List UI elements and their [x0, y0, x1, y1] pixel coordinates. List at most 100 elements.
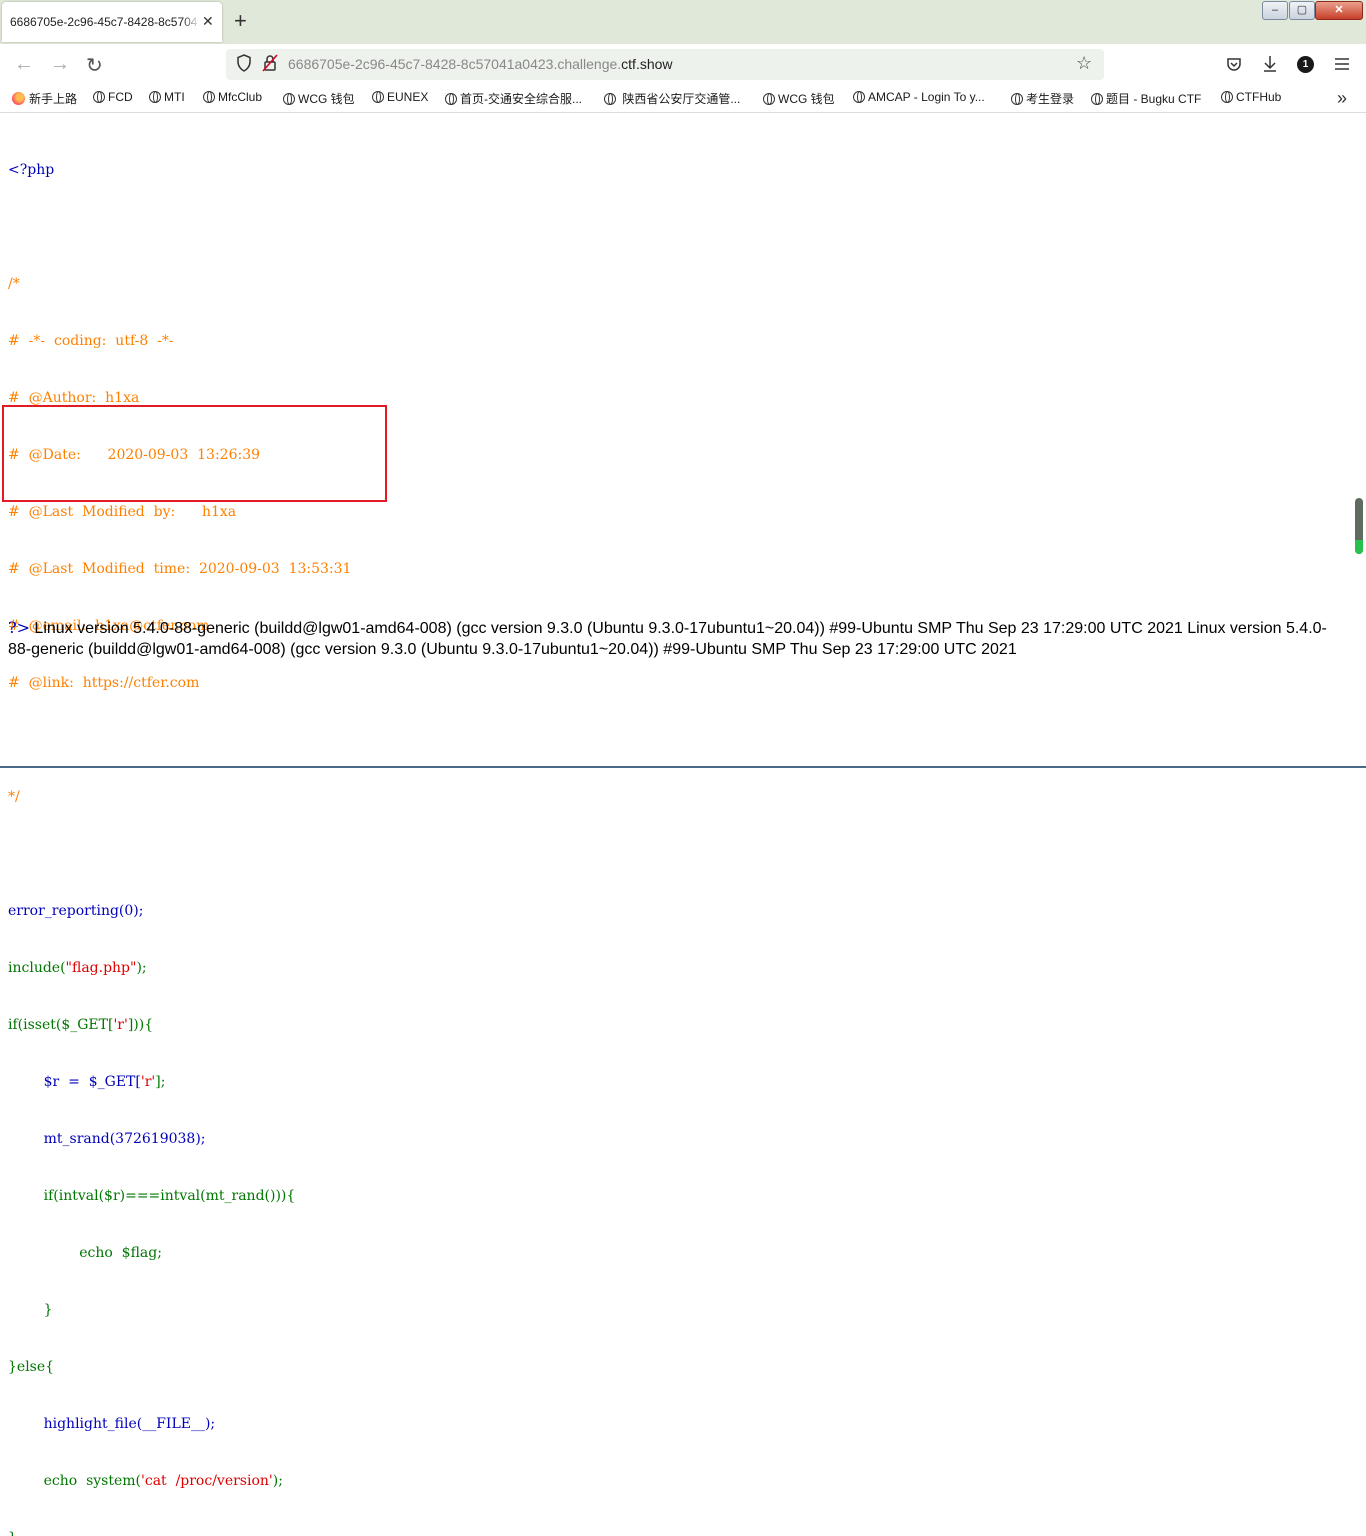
active-tab[interactable]: 6686705e-2c96-45c7-8428-8c57041a0423.cha…	[2, 2, 222, 42]
bookmark-label: 新手上路	[29, 92, 78, 106]
code-line: error_reporting(0);	[8, 903, 144, 919]
globe-icon	[445, 93, 457, 105]
bookmark-item[interactable]: 考生登录	[1011, 90, 1074, 107]
bookmark-label: 首页-交通安全综合服...	[460, 92, 582, 106]
comment-line: # @link: https://ctfer.com	[8, 675, 200, 691]
url-host: ctf.show	[621, 56, 673, 72]
globe-icon	[1011, 93, 1023, 105]
bookmark-label: AMCAP - Login To y...	[868, 90, 985, 104]
php-source-code: <?php /* # -*- coding: utf-8 -*- # @Auth…	[8, 123, 351, 1536]
globe-icon	[604, 93, 616, 105]
bookmark-label: WCG 钱包	[298, 92, 355, 106]
code-token: $r = $_GET[	[8, 1074, 141, 1090]
url-prefix: 6686705e-2c96-45c7-8428-8c57041a0423.cha…	[288, 56, 622, 72]
code-line: }	[8, 1302, 53, 1318]
pocket-icon[interactable]	[1226, 56, 1242, 72]
minimize-button[interactable]: –	[1262, 1, 1288, 20]
code-line: $r = $_GET['r'];	[8, 1073, 351, 1092]
comment-line: /*	[8, 276, 20, 292]
globe-icon	[149, 91, 161, 103]
page-content: <?php /* # -*- coding: utf-8 -*- # @Auth…	[0, 113, 1366, 1536]
forward-button[interactable]: →	[50, 53, 70, 76]
code-string: 'r'	[140, 1074, 156, 1090]
bookmark-label: EUNEX	[387, 90, 429, 104]
close-icon: ✕	[1334, 4, 1344, 16]
url-bar[interactable]: 6686705e-2c96-45c7-8428-8c57041a0423.cha…	[226, 49, 1104, 80]
code-token: ])){	[127, 1017, 154, 1033]
bookmark-item[interactable]: EUNEX	[372, 90, 428, 104]
globe-icon	[763, 93, 775, 105]
download-icon[interactable]	[1262, 55, 1278, 73]
bookmark-item[interactable]: CTFHub	[1221, 90, 1281, 104]
menu-icon[interactable]	[1334, 57, 1350, 71]
bookmark-item[interactable]: MTI	[149, 90, 185, 104]
code-line: highlight_file(__FILE__);	[8, 1416, 216, 1432]
code-line: }else{	[8, 1359, 55, 1375]
bookmark-item[interactable]: MfcClub	[203, 90, 262, 104]
bookmark-label: 陕西省公安厅交通管...	[622, 92, 741, 106]
code-token: );	[272, 1473, 283, 1489]
bookmark-item[interactable]: 陕西省公安厅交通管...	[604, 90, 740, 107]
code-line: echo $flag;	[8, 1245, 162, 1261]
account-badge[interactable]: 1	[1297, 56, 1314, 73]
bookmark-label: MTI	[164, 90, 185, 104]
globe-icon	[203, 91, 215, 103]
bookmark-label: MfcClub	[218, 90, 263, 104]
url-text[interactable]: 6686705e-2c96-45c7-8428-8c57041a0423.cha…	[288, 56, 673, 72]
globe-icon	[93, 91, 105, 103]
code-token: );	[136, 960, 147, 976]
code-string: "flag.php"	[65, 960, 137, 976]
comment-line	[8, 731, 351, 750]
bookmark-item[interactable]: 题目 - Bugku CTF	[1091, 90, 1201, 107]
bookmark-item[interactable]: WCG 钱包	[283, 90, 355, 107]
tab-close-icon[interactable]: ✕	[202, 13, 214, 30]
globe-icon	[1221, 91, 1233, 103]
bookmarks-toolbar: 新手上路 FCD MTI MfcClub WCG 钱包 EUNEX 首页-交通安…	[0, 86, 1366, 113]
globe-icon	[283, 93, 295, 105]
output-text: Linux version 5.4.0-88-generic (buildd@l…	[8, 620, 1327, 658]
bookmark-star-icon[interactable]: ☆	[1076, 53, 1092, 74]
annotation-box	[2, 405, 387, 502]
maximize-icon: ▢	[1296, 4, 1308, 16]
code-token: if(isset($_GET[	[8, 1017, 114, 1033]
new-tab-button[interactable]: +	[234, 9, 247, 33]
bookmark-label: WCG 钱包	[778, 92, 835, 106]
comment-line: */	[8, 789, 20, 805]
globe-icon	[853, 91, 865, 103]
code-line: if(isset($_GET['r'])){	[8, 1016, 351, 1035]
tab-bar: 6686705e-2c96-45c7-8428-8c57041a0423.cha…	[0, 0, 1366, 44]
code-line: }	[8, 1529, 351, 1536]
bookmark-item[interactable]: 新手上路	[12, 90, 77, 107]
comment-line: # @Last Modified by: h1xa	[8, 504, 237, 520]
code-string: 'cat /proc/version'	[141, 1473, 273, 1489]
close-window-button[interactable]: ✕	[1315, 1, 1363, 20]
bookmark-label: CTFHub	[1236, 90, 1282, 104]
insecure-lock-icon[interactable]	[262, 54, 278, 72]
bookmark-item[interactable]: 首页-交通安全综合服...	[445, 90, 582, 107]
firefox-icon	[12, 92, 25, 105]
code-line: mt_srand(372619038);	[8, 1131, 206, 1147]
bookmark-item[interactable]: FCD	[93, 90, 133, 104]
reload-button[interactable]: ↻	[86, 53, 103, 78]
tab-title: 6686705e-2c96-45c7-8428-8c57041a0423.cha…	[10, 15, 200, 29]
bookmark-label: 题目 - Bugku CTF	[1106, 92, 1202, 106]
code-line: if(intval($r)===intval(mt_rand())){	[8, 1188, 296, 1204]
minimize-icon: –	[1271, 4, 1279, 16]
bookmark-item[interactable]: AMCAP - Login To y...	[853, 90, 985, 104]
php-close-tag: ?>	[8, 618, 30, 637]
code-token: ];	[155, 1074, 166, 1090]
comment-line: # -*- coding: utf-8 -*-	[8, 333, 174, 349]
maximize-button[interactable]: ▢	[1289, 1, 1315, 20]
bookmark-item[interactable]: WCG 钱包	[763, 90, 835, 107]
shield-icon[interactable]	[236, 54, 252, 72]
command-output: ?> Linux version 5.4.0-88-generic (build…	[8, 617, 1328, 660]
bookmark-label: FCD	[108, 90, 133, 104]
back-button[interactable]: ←	[14, 53, 34, 76]
bookmarks-overflow-button[interactable]: »	[1337, 88, 1347, 109]
scrollbar-thumb[interactable]	[1355, 498, 1363, 554]
comment-line: # @Last Modified time: 2020-09-03 13:53:…	[8, 561, 352, 577]
code-token: include(	[8, 960, 66, 976]
globe-icon	[1091, 93, 1103, 105]
